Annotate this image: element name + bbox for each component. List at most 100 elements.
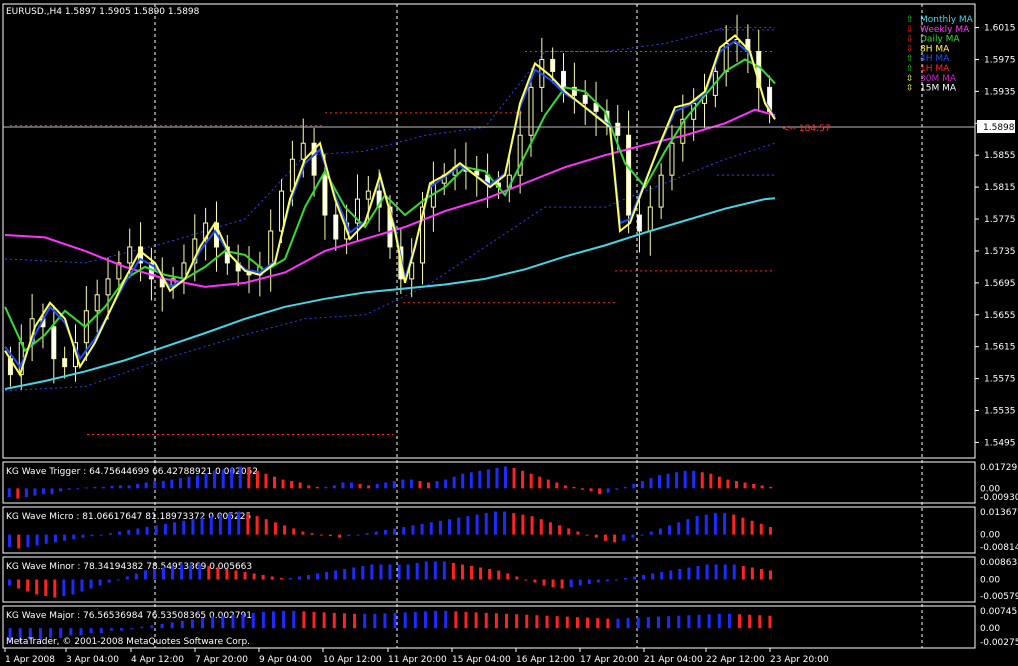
indicator-bar [632, 483, 636, 489]
indicator-bar [207, 566, 211, 580]
indicator-bar [264, 473, 268, 489]
indicator-bar [558, 525, 562, 535]
indicator-bar [153, 481, 157, 489]
indicator-bar [461, 473, 465, 489]
legend-arrow-icon: ⇳ [906, 84, 914, 94]
indicator-bar [125, 576, 129, 580]
indicator-bar [705, 564, 709, 580]
indicator-label: KG Wave Major : 76.56536984 76.53508365 … [6, 611, 252, 621]
indicator-bar [108, 533, 112, 535]
indicator-bar [261, 575, 265, 580]
indicator-bar [228, 513, 232, 535]
indicator-bar [315, 486, 319, 489]
indicator-bar [768, 526, 772, 535]
indicator-bar [435, 481, 439, 489]
indicator-bar [401, 479, 405, 489]
indicator-bar [741, 517, 745, 535]
indicator-bar [466, 516, 470, 535]
indicator-bar [495, 467, 499, 489]
indicator-bar [234, 570, 238, 580]
indicator-bar [290, 481, 294, 489]
indicator-bar [374, 531, 378, 535]
indicator-bar [555, 482, 559, 489]
indicator-bar [237, 511, 241, 535]
indicator-bar [723, 513, 727, 535]
indicator-bar [442, 561, 446, 580]
indicator-bar [494, 613, 498, 629]
indicator-bar [596, 618, 600, 629]
indicator-bar [409, 479, 413, 489]
indicator-tick-label: -0.002759 [980, 638, 1018, 648]
indicator-bar [271, 611, 275, 629]
indicator-bar [163, 523, 167, 535]
indicator-label: KG Wave Trigger : 64.75644699 66.4278892… [6, 467, 258, 477]
indicator-bar [343, 569, 347, 580]
indicator-bar [488, 569, 492, 580]
indicator-bar [497, 570, 501, 580]
indicator-bar [555, 616, 559, 629]
indicator-bar [24, 488, 28, 498]
indicator-bar [768, 615, 772, 629]
indicator-bar [341, 482, 345, 489]
indicator-bar [420, 523, 424, 535]
indicator-bar [273, 476, 276, 489]
indicator-bar [565, 616, 569, 629]
price-pane[interactable] [2, 3, 976, 459]
time-tick-label: 16 Apr 12:00 [516, 655, 575, 665]
indicator-bar [8, 579, 12, 586]
metatrader-chart-window: KG Wave Trigger : 64.75644699 66.4278892… [0, 0, 1018, 666]
legend-item-label: Weekly MA [920, 25, 970, 35]
indicator-bar [403, 612, 407, 629]
indicator-bar [198, 564, 202, 580]
candle-body [582, 94, 588, 104]
indicator-bar [692, 470, 696, 489]
indicator-tick-label: -0.008147 [980, 543, 1018, 553]
indicator-bar [243, 572, 247, 580]
legend-arrow-icon: ⇧ [906, 15, 914, 25]
indicator-bar [218, 514, 222, 535]
indicator-bar [17, 579, 21, 589]
indicator-bar [50, 488, 54, 495]
chart-canvas[interactable]: KG Wave Trigger : 64.75644699 66.4278892… [0, 0, 1018, 666]
indicator-bar [484, 513, 488, 535]
indicator-bar [358, 483, 362, 489]
indicator-bar [93, 486, 97, 489]
indicator-bar [367, 485, 371, 489]
indicator-bar [282, 610, 286, 629]
indicator-bar [623, 486, 627, 489]
indicator-bar [363, 613, 367, 629]
indicator-bar [717, 476, 721, 489]
candle-body [333, 214, 339, 240]
indicator-tick-label: -0.005795 [980, 592, 1018, 602]
indicator-bar [99, 628, 103, 633]
indicator-bar [424, 561, 428, 580]
indicator-bar [769, 486, 773, 489]
indicator-bar [651, 573, 655, 580]
indicator-bar [120, 628, 124, 631]
indicator-bar [460, 564, 464, 580]
indicator-bar [768, 570, 772, 580]
candle-body [365, 190, 371, 200]
indicator-bar [486, 469, 490, 489]
indicator-bar [677, 615, 681, 629]
legend-item-label: Monthly MA [920, 15, 974, 25]
indicator-bar [484, 612, 488, 629]
bar-countdown: <-- 184:57 [782, 124, 831, 134]
indicator-bar [470, 566, 474, 580]
indicator-bar [444, 610, 448, 629]
indicator-bar [252, 573, 256, 580]
indicator-bar [170, 622, 174, 629]
indicator-bar [297, 576, 301, 580]
indicator-bar [551, 579, 555, 587]
indicator-tick-label: 0.00 [980, 531, 1000, 541]
candle-body [322, 174, 328, 216]
indicator-bar [361, 566, 365, 580]
price-tick-label: 1.5615 [984, 343, 1016, 353]
indicator-bar [606, 488, 610, 493]
indicator-bar [342, 613, 346, 629]
indicator-bar [503, 511, 507, 535]
indicator-bar [53, 534, 57, 543]
indicator-bar [298, 482, 302, 489]
indicator-bar [118, 531, 122, 535]
indicator-bar [452, 476, 456, 489]
